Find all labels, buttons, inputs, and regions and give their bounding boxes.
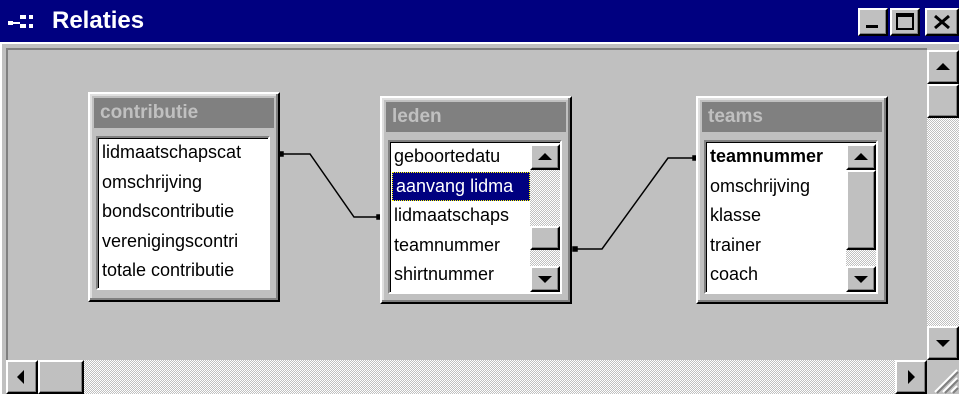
field-item[interactable]: omschrijving [98,168,268,198]
scroll-up-button[interactable] [530,144,560,170]
field-item[interactable]: omschrijving [706,172,846,202]
arrow-up-icon [538,153,552,160]
table-title[interactable]: leden [386,102,566,132]
vertical-scroll-thumb[interactable] [927,84,959,118]
field-item-primary-key[interactable]: teamnummer [706,142,846,172]
table-window-contributie[interactable]: contributie lidmaatschapscat omschrijvin… [88,92,280,302]
scroll-up-button[interactable] [927,50,959,84]
scroll-thumb[interactable] [530,226,560,250]
field-item[interactable]: bondscontributie [98,197,268,227]
arrow-up-icon [936,63,950,70]
relationship-leden-teams[interactable] [572,155,698,252]
field-item[interactable]: shirtnummer [390,260,530,290]
scroll-down-button[interactable] [530,266,560,292]
arrow-up-icon [854,153,868,160]
field-item-selected[interactable]: aanvang lidma [392,171,530,201]
scroll-up-button[interactable] [846,144,876,170]
horizontal-scrollbar[interactable] [6,360,927,394]
scroll-thumb[interactable] [846,170,876,250]
field-item[interactable]: lidmaatschapscat [98,138,268,168]
arrow-down-icon [936,340,950,347]
field-item[interactable]: totale contributie [98,256,268,286]
arrow-right-icon [908,370,915,384]
field-item[interactable]: teamnummer [390,231,530,261]
field-item[interactable]: klasse [706,201,846,231]
field-item[interactable]: coach [706,260,846,290]
field-list[interactable]: teamnummer omschrijving klasse trainer c… [704,140,878,294]
field-item[interactable]: geboortedatu [390,142,530,172]
resize-grip-icon[interactable] [927,360,959,394]
field-item[interactable]: trainer [706,231,846,261]
table-window-leden[interactable]: leden geboortedatu aanvang lidma lidmaat… [380,96,572,304]
scroll-left-button[interactable] [6,360,38,394]
table-title[interactable]: contributie [94,98,274,128]
horizontal-scroll-thumb[interactable] [38,360,84,394]
scroll-down-button[interactable] [846,266,876,292]
arrow-down-icon [854,276,868,283]
field-item[interactable]: lidmaatschaps [390,201,530,231]
arrow-down-icon [538,276,552,283]
table-title[interactable]: teams [702,102,882,132]
arrow-left-icon [17,370,24,384]
scroll-right-button[interactable] [895,360,927,394]
field-item[interactable]: verenigingscontri [98,227,268,257]
field-list[interactable]: lidmaatschapscat omschrijving bondscontr… [96,136,270,290]
relationship-contributie-leden[interactable] [278,151,382,220]
field-list[interactable]: geboortedatu aanvang lidma lidmaatschaps… [388,140,562,294]
scroll-down-button[interactable] [927,326,959,360]
table-window-teams[interactable]: teams teamnummer omschrijving klasse tra… [696,96,888,304]
